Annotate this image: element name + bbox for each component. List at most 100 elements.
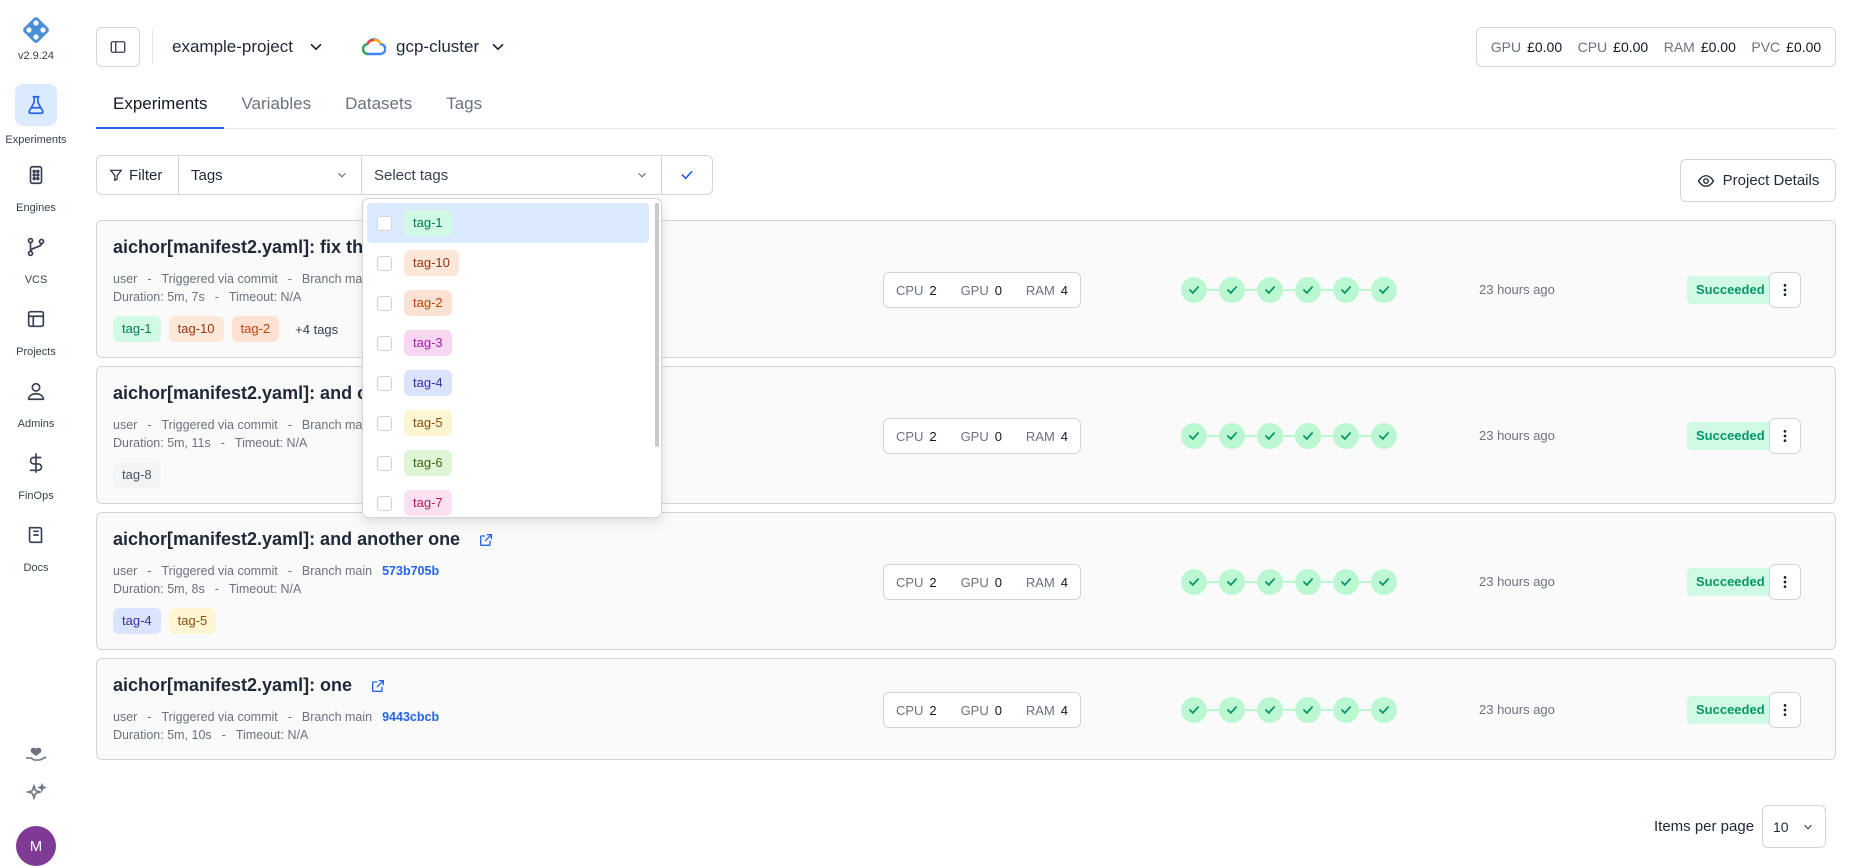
experiment-tag: tag-10 — [168, 316, 224, 342]
external-link-icon[interactable] — [478, 532, 494, 548]
items-per-page-select[interactable]: 10 — [1762, 805, 1826, 848]
step-success-icon[interactable] — [1333, 569, 1359, 595]
more-tags-link[interactable]: +4 tags — [287, 322, 338, 337]
nav-vcs[interactable]: VCS — [0, 228, 72, 286]
nav-projects[interactable]: Projects — [0, 300, 72, 358]
dropdown-scrollbar[interactable] — [655, 203, 659, 447]
step-success-icon[interactable] — [1295, 697, 1321, 723]
tag-option-checkbox[interactable] — [377, 455, 392, 471]
step-success-icon[interactable] — [1219, 277, 1245, 303]
nav-engines[interactable]: Engines — [0, 156, 72, 214]
tab-experiments[interactable]: Experiments — [96, 92, 225, 129]
heart-hand-icon[interactable] — [24, 740, 48, 764]
tag-option[interactable]: tag-10 — [367, 243, 649, 283]
experiment-title[interactable]: aichor[manifest2.yaml]: and another one — [113, 529, 494, 550]
step-success-icon[interactable] — [1181, 423, 1207, 449]
nav-admins[interactable]: Admins — [0, 372, 72, 430]
step-success-icon[interactable] — [1333, 277, 1359, 303]
tab-datasets[interactable]: Datasets — [328, 92, 429, 129]
more-actions-button[interactable] — [1769, 272, 1801, 308]
tag-option-checkbox[interactable] — [377, 415, 392, 431]
chevron-down-icon — [310, 43, 322, 51]
status-badge: Succeeded — [1687, 276, 1774, 304]
step-success-icon[interactable] — [1333, 697, 1359, 723]
more-actions-button[interactable] — [1769, 418, 1801, 454]
sparkles-icon[interactable] — [24, 782, 48, 806]
commit-hash-link[interactable]: 573b705b — [382, 564, 439, 578]
tag-option-checkbox[interactable] — [377, 295, 392, 311]
step-success-icon[interactable] — [1181, 277, 1207, 303]
pipeline-steps — [1181, 423, 1397, 449]
tag-options-dropdown: tag-1 tag-10 tag-2 tag-3 tag-4 tag-5 tag… — [362, 198, 662, 518]
app-logo-icon[interactable] — [18, 12, 54, 48]
sidebar-toggle-button[interactable] — [96, 27, 140, 67]
step-success-icon[interactable] — [1371, 423, 1397, 449]
cluster-select[interactable]: gcp-cluster — [362, 34, 507, 60]
project-select[interactable]: example-project — [172, 34, 325, 60]
experiment-duration: Duration: 5m, 8s - Timeout: N/A — [113, 582, 302, 596]
experiment-title[interactable]: aichor[manifest2.yaml]: and c — [113, 383, 367, 404]
experiment-title[interactable]: aichor[manifest2.yaml]: fix th — [113, 237, 363, 258]
step-success-icon[interactable] — [1181, 697, 1207, 723]
experiment-time-ago: 23 hours ago — [1479, 702, 1555, 717]
tag-option-label: tag-7 — [404, 490, 452, 516]
experiment-time-ago: 23 hours ago — [1479, 574, 1555, 589]
experiment-card[interactable]: aichor[manifest2.yaml]: fix th user - Tri… — [96, 220, 1836, 358]
experiment-tag: tag-4 — [113, 608, 161, 634]
tab-variables[interactable]: Variables — [224, 92, 328, 129]
tag-option[interactable]: tag-1 — [367, 203, 649, 243]
step-success-icon[interactable] — [1257, 277, 1283, 303]
experiment-card[interactable]: aichor[manifest2.yaml]: one user - Trigge… — [96, 658, 1836, 760]
tag-option-label: tag-6 — [404, 450, 452, 476]
resource-summary: CPU 2 GPU 0 RAM 4 — [883, 564, 1081, 600]
step-success-icon[interactable] — [1257, 697, 1283, 723]
tag-option-checkbox[interactable] — [377, 255, 392, 271]
experiment-card[interactable]: aichor[manifest2.yaml]: and c user - Trig… — [96, 366, 1836, 504]
step-success-icon[interactable] — [1295, 569, 1321, 595]
nav-finops[interactable]: FinOps — [0, 444, 72, 502]
more-actions-button[interactable] — [1769, 692, 1801, 728]
tag-option-checkbox[interactable] — [377, 375, 392, 391]
apply-filter-button[interactable] — [662, 156, 712, 194]
nav-experiments[interactable]: Experiments — [0, 84, 72, 146]
step-success-icon[interactable] — [1371, 277, 1397, 303]
tag-option[interactable]: tag-3 — [367, 323, 649, 363]
tag-option-checkbox[interactable] — [377, 495, 392, 511]
tag-select-input[interactable]: Select tags — [362, 156, 662, 194]
experiment-title[interactable]: aichor[manifest2.yaml]: one — [113, 675, 386, 696]
step-success-icon[interactable] — [1295, 423, 1321, 449]
experiment-card[interactable]: aichor[manifest2.yaml]: and another one … — [96, 512, 1836, 650]
commit-hash-link[interactable]: 9443cbcb — [382, 710, 439, 724]
step-connector — [1321, 709, 1333, 711]
more-actions-button[interactable] — [1769, 564, 1801, 600]
step-connector — [1359, 435, 1371, 437]
step-connector — [1245, 289, 1257, 291]
tag-option-checkbox[interactable] — [377, 335, 392, 351]
tag-option[interactable]: tag-7 — [367, 483, 649, 517]
tag-option[interactable]: tag-5 — [367, 403, 649, 443]
step-success-icon[interactable] — [1219, 697, 1245, 723]
sidebar: v2.9.24 Experiments Engines VCS Projects — [0, 0, 72, 866]
step-success-icon[interactable] — [1219, 569, 1245, 595]
tag-option[interactable]: tag-2 — [367, 283, 649, 323]
step-success-icon[interactable] — [1219, 423, 1245, 449]
filter-field-select[interactable]: Tags — [179, 156, 362, 194]
step-success-icon[interactable] — [1181, 569, 1207, 595]
tag-option[interactable]: tag-6 — [367, 443, 649, 483]
tag-option-checkbox[interactable] — [377, 215, 392, 231]
step-connector — [1359, 289, 1371, 291]
chevron-down-icon — [1804, 824, 1812, 830]
step-success-icon[interactable] — [1257, 423, 1283, 449]
nav-docs[interactable]: Docs — [0, 516, 72, 574]
step-success-icon[interactable] — [1371, 697, 1397, 723]
project-details-button[interactable]: Project Details — [1680, 159, 1836, 202]
user-avatar[interactable]: M — [16, 826, 56, 866]
tag-option[interactable]: tag-4 — [367, 363, 649, 403]
filter-button[interactable]: Filter — [97, 156, 179, 194]
step-success-icon[interactable] — [1257, 569, 1283, 595]
step-success-icon[interactable] — [1333, 423, 1359, 449]
tab-tags[interactable]: Tags — [429, 92, 499, 129]
step-success-icon[interactable] — [1371, 569, 1397, 595]
step-success-icon[interactable] — [1295, 277, 1321, 303]
external-link-icon[interactable] — [370, 678, 386, 694]
